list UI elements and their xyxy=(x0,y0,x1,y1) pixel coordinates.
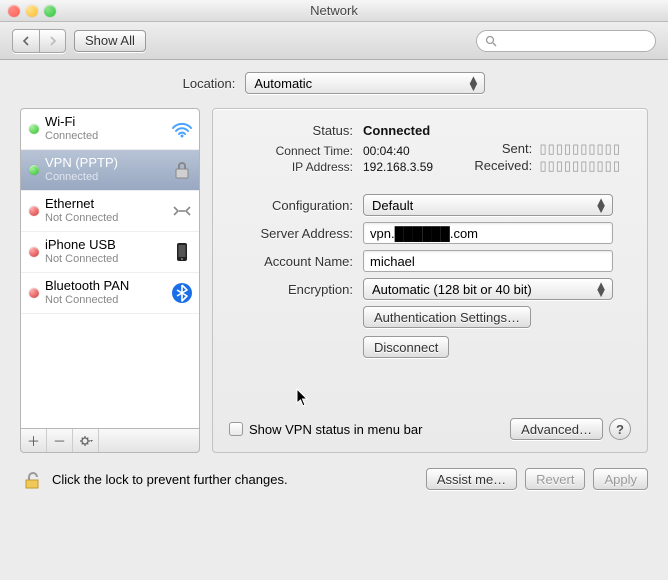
status-dot xyxy=(29,288,39,298)
status-dot xyxy=(29,206,39,216)
service-name: iPhone USB xyxy=(45,238,118,252)
nav-segmented xyxy=(12,29,66,53)
sent-label: Sent: xyxy=(502,141,532,156)
connect-time-value: 00:04:40 xyxy=(363,144,410,158)
configuration-label: Configuration: xyxy=(213,198,363,213)
location-select[interactable]: Automatic ▲▼ xyxy=(245,72,485,94)
service-name: Ethernet xyxy=(45,197,118,211)
disconnect-button[interactable]: Disconnect xyxy=(363,336,449,358)
status-dot xyxy=(29,165,39,175)
service-sidebar: Wi-FiConnectedVPN (PPTP)ConnectedEtherne… xyxy=(20,108,200,453)
iphone-icon xyxy=(171,241,193,263)
service-item-ethernet[interactable]: EthernetNot Connected xyxy=(21,191,199,232)
status-dot xyxy=(29,124,39,134)
connect-time-label: Connect Time: xyxy=(213,144,363,158)
service-status: Connected xyxy=(45,170,118,184)
location-value: Automatic xyxy=(254,76,312,91)
service-actions-button[interactable] xyxy=(73,429,99,452)
service-list-toolbar: ＋ － xyxy=(20,429,200,453)
service-status: Not Connected xyxy=(45,293,129,307)
zoom-window-button[interactable] xyxy=(44,5,56,17)
ethernet-icon xyxy=(171,200,193,222)
service-item-wi-fi[interactable]: Wi-FiConnected xyxy=(21,109,199,150)
lock-text: Click the lock to prevent further change… xyxy=(52,472,288,487)
minimize-window-button[interactable] xyxy=(26,5,38,17)
status-dot xyxy=(29,247,39,257)
back-button[interactable] xyxy=(13,30,39,52)
titlebar: Network xyxy=(0,0,668,22)
service-item-vpn-pptp-[interactable]: VPN (PPTP)Connected xyxy=(21,150,199,191)
service-status: Not Connected xyxy=(45,252,118,266)
show-vpn-menubar-checkbox[interactable] xyxy=(229,422,243,436)
service-name: Wi-Fi xyxy=(45,115,98,129)
lock-icon xyxy=(171,159,193,181)
revert-button[interactable]: Revert xyxy=(525,468,585,490)
footer: Click the lock to prevent further change… xyxy=(0,453,668,507)
toolbar: Show All xyxy=(0,22,668,60)
advanced-button[interactable]: Advanced… xyxy=(510,418,603,440)
gear-icon xyxy=(79,434,93,448)
ip-label: IP Address: xyxy=(213,160,363,174)
service-name: Bluetooth PAN xyxy=(45,279,129,293)
encryption-label: Encryption: xyxy=(213,282,363,297)
service-status: Not Connected xyxy=(45,211,118,225)
help-button[interactable]: ? xyxy=(609,418,631,440)
add-service-button[interactable]: ＋ xyxy=(21,429,47,452)
server-address-field[interactable]: vpn.██████.com xyxy=(363,222,613,244)
close-window-button[interactable] xyxy=(8,5,20,17)
location-label: Location: xyxy=(183,76,236,91)
ip-value: 192.168.3.59 xyxy=(363,160,433,174)
encryption-select[interactable]: Automatic (128 bit or 40 bit) ▲▼ xyxy=(363,278,613,300)
account-name-label: Account Name: xyxy=(213,254,363,269)
search-field[interactable] xyxy=(476,30,656,52)
remove-service-button[interactable]: － xyxy=(47,429,73,452)
server-address-label: Server Address: xyxy=(213,226,363,241)
received-label: Received: xyxy=(474,158,532,173)
lock-icon[interactable] xyxy=(20,467,44,491)
service-name: VPN (PPTP) xyxy=(45,156,118,170)
status-value: Connected xyxy=(363,123,430,138)
auth-settings-button[interactable]: Authentication Settings… xyxy=(363,306,531,328)
bluetooth-icon xyxy=(171,282,193,304)
forward-button[interactable] xyxy=(39,30,65,52)
account-name-field[interactable]: michael xyxy=(363,250,613,272)
received-indicator: ▯▯▯▯▯▯▯▯▯▯ xyxy=(539,158,621,173)
service-item-bluetooth-pan[interactable]: Bluetooth PANNot Connected xyxy=(21,273,199,314)
detail-pane: Status: Connected Connect Time: 00:04:40… xyxy=(212,108,648,453)
apply-button[interactable]: Apply xyxy=(593,468,648,490)
search-icon xyxy=(485,35,497,47)
sent-indicator: ▯▯▯▯▯▯▯▯▯▯ xyxy=(539,141,621,156)
show-all-button[interactable]: Show All xyxy=(74,30,146,52)
service-item-iphone-usb[interactable]: iPhone USBNot Connected xyxy=(21,232,199,273)
wifi-icon xyxy=(171,118,193,140)
show-vpn-menubar-label: Show VPN status in menu bar xyxy=(249,422,422,437)
window-title: Network xyxy=(0,3,668,18)
service-status: Connected xyxy=(45,129,98,143)
assist-button[interactable]: Assist me… xyxy=(426,468,517,490)
configuration-select[interactable]: Default ▲▼ xyxy=(363,194,613,216)
service-list[interactable]: Wi-FiConnectedVPN (PPTP)ConnectedEtherne… xyxy=(20,108,200,429)
status-label: Status: xyxy=(213,123,363,138)
